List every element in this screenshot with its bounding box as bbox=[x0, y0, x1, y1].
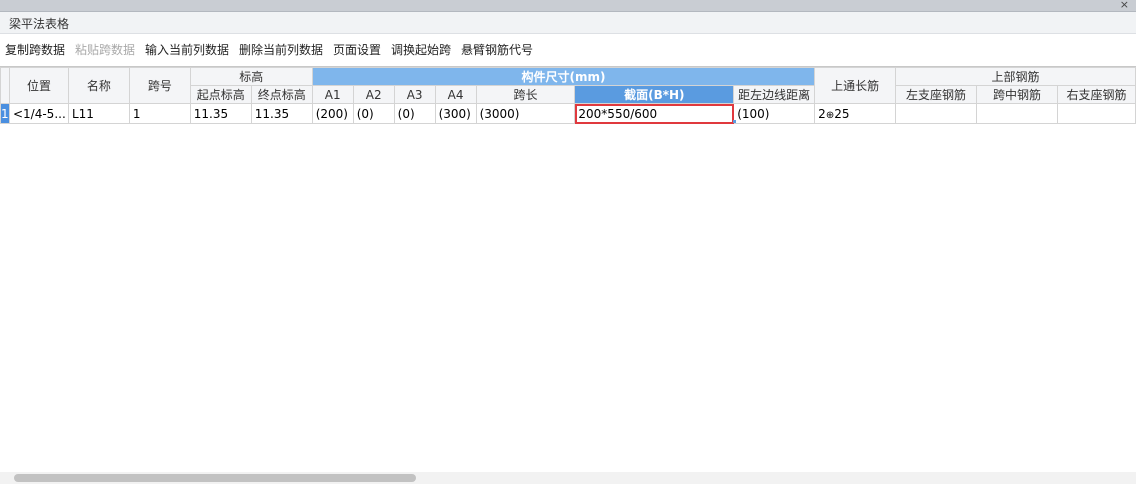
header-a2[interactable]: A2 bbox=[352, 85, 395, 104]
panel-title-bar: 梁平法表格 bbox=[0, 12, 1136, 34]
header-elevation: 标高 bbox=[189, 67, 313, 86]
cell-resize-handle[interactable] bbox=[733, 120, 736, 123]
cell-span-length[interactable]: (3000) bbox=[475, 103, 576, 124]
cell-end-elev[interactable]: 11.35 bbox=[250, 103, 313, 124]
cell-a2[interactable]: (0) bbox=[352, 103, 395, 124]
header-a3[interactable]: A3 bbox=[393, 85, 436, 104]
cell-position[interactable]: <1/4-5... bbox=[8, 103, 69, 124]
cell-section[interactable]: 200*550/600 bbox=[574, 103, 735, 124]
page-setup-button[interactable]: 页面设置 bbox=[333, 41, 381, 58]
close-icon[interactable]: × bbox=[1120, 0, 1129, 11]
header-dimensions: 构件尺寸(mm) bbox=[311, 67, 816, 86]
cell-span-no[interactable]: 1 bbox=[128, 103, 191, 124]
cell-left-support[interactable] bbox=[895, 103, 978, 124]
input-column-button[interactable]: 输入当前列数据 bbox=[145, 41, 229, 58]
beam-table-area[interactable]: 位置 名称 跨号 标高 构件尺寸(mm) 上通长筋 上部钢筋 起点标高 终点标高… bbox=[0, 66, 1136, 472]
cantilever-code-button[interactable]: 悬臂钢筋代号 bbox=[461, 41, 533, 58]
header-top-rebar: 上部钢筋 bbox=[895, 67, 1136, 86]
cell-a3[interactable]: (0) bbox=[393, 103, 436, 124]
header-section[interactable]: 截面(B*H) bbox=[574, 85, 735, 104]
header-a1[interactable]: A1 bbox=[311, 85, 354, 104]
window-top-bar: × bbox=[0, 0, 1136, 12]
header-right-support[interactable]: 右支座钢筋 bbox=[1056, 85, 1136, 104]
toolbar: 复制跨数据 粘贴跨数据 输入当前列数据 删除当前列数据 页面设置 调换起始跨 悬… bbox=[0, 34, 1136, 64]
cell-start-elev[interactable]: 11.35 bbox=[189, 103, 252, 124]
cell-a1[interactable]: (200) bbox=[311, 103, 354, 124]
horizontal-scrollbar[interactable] bbox=[0, 472, 1136, 484]
header-left-edge-dist[interactable]: 距左边线距离 bbox=[733, 85, 816, 104]
corner-cell bbox=[0, 67, 10, 104]
header-end-elev[interactable]: 终点标高 bbox=[250, 85, 313, 104]
cell-left-edge-dist[interactable]: (100) bbox=[733, 103, 816, 124]
copy-span-button[interactable]: 复制跨数据 bbox=[5, 41, 65, 58]
paste-span-button[interactable]: 粘贴跨数据 bbox=[75, 41, 135, 58]
header-span-no[interactable]: 跨号 bbox=[128, 67, 191, 104]
cell-mid-span[interactable] bbox=[976, 103, 1058, 124]
header-left-support[interactable]: 左支座钢筋 bbox=[895, 85, 978, 104]
scrollbar-thumb[interactable] bbox=[14, 474, 416, 482]
delete-column-button[interactable]: 删除当前列数据 bbox=[239, 41, 323, 58]
cell-a4[interactable]: (300) bbox=[434, 103, 477, 124]
cell-name[interactable]: L11 bbox=[67, 103, 130, 124]
cell-right-support[interactable] bbox=[1056, 103, 1136, 124]
header-position[interactable]: 位置 bbox=[8, 67, 69, 104]
header-name[interactable]: 名称 bbox=[67, 67, 130, 104]
swap-start-span-button[interactable]: 调换起始跨 bbox=[391, 41, 451, 58]
panel-title: 梁平法表格 bbox=[9, 17, 70, 31]
header-a4[interactable]: A4 bbox=[434, 85, 477, 104]
rebar-diameter: 25 bbox=[834, 106, 850, 121]
rebar-count: 2 bbox=[818, 106, 826, 121]
table-row: 1 <1/4-5... L11 1 11.35 11.35 (200) (0) … bbox=[0, 103, 1136, 124]
cell-top-through[interactable]: 2⊕25 bbox=[814, 103, 897, 124]
row-number[interactable]: 1 bbox=[0, 103, 10, 124]
header-span-length[interactable]: 跨长 bbox=[475, 85, 576, 104]
rebar-grade-icon: ⊕ bbox=[825, 109, 835, 121]
header-start-elev[interactable]: 起点标高 bbox=[189, 85, 252, 104]
header-mid-span[interactable]: 跨中钢筋 bbox=[976, 85, 1058, 104]
header-top-through[interactable]: 上通长筋 bbox=[814, 67, 897, 104]
beam-table: 位置 名称 跨号 标高 构件尺寸(mm) 上通长筋 上部钢筋 起点标高 终点标高… bbox=[0, 67, 1136, 124]
